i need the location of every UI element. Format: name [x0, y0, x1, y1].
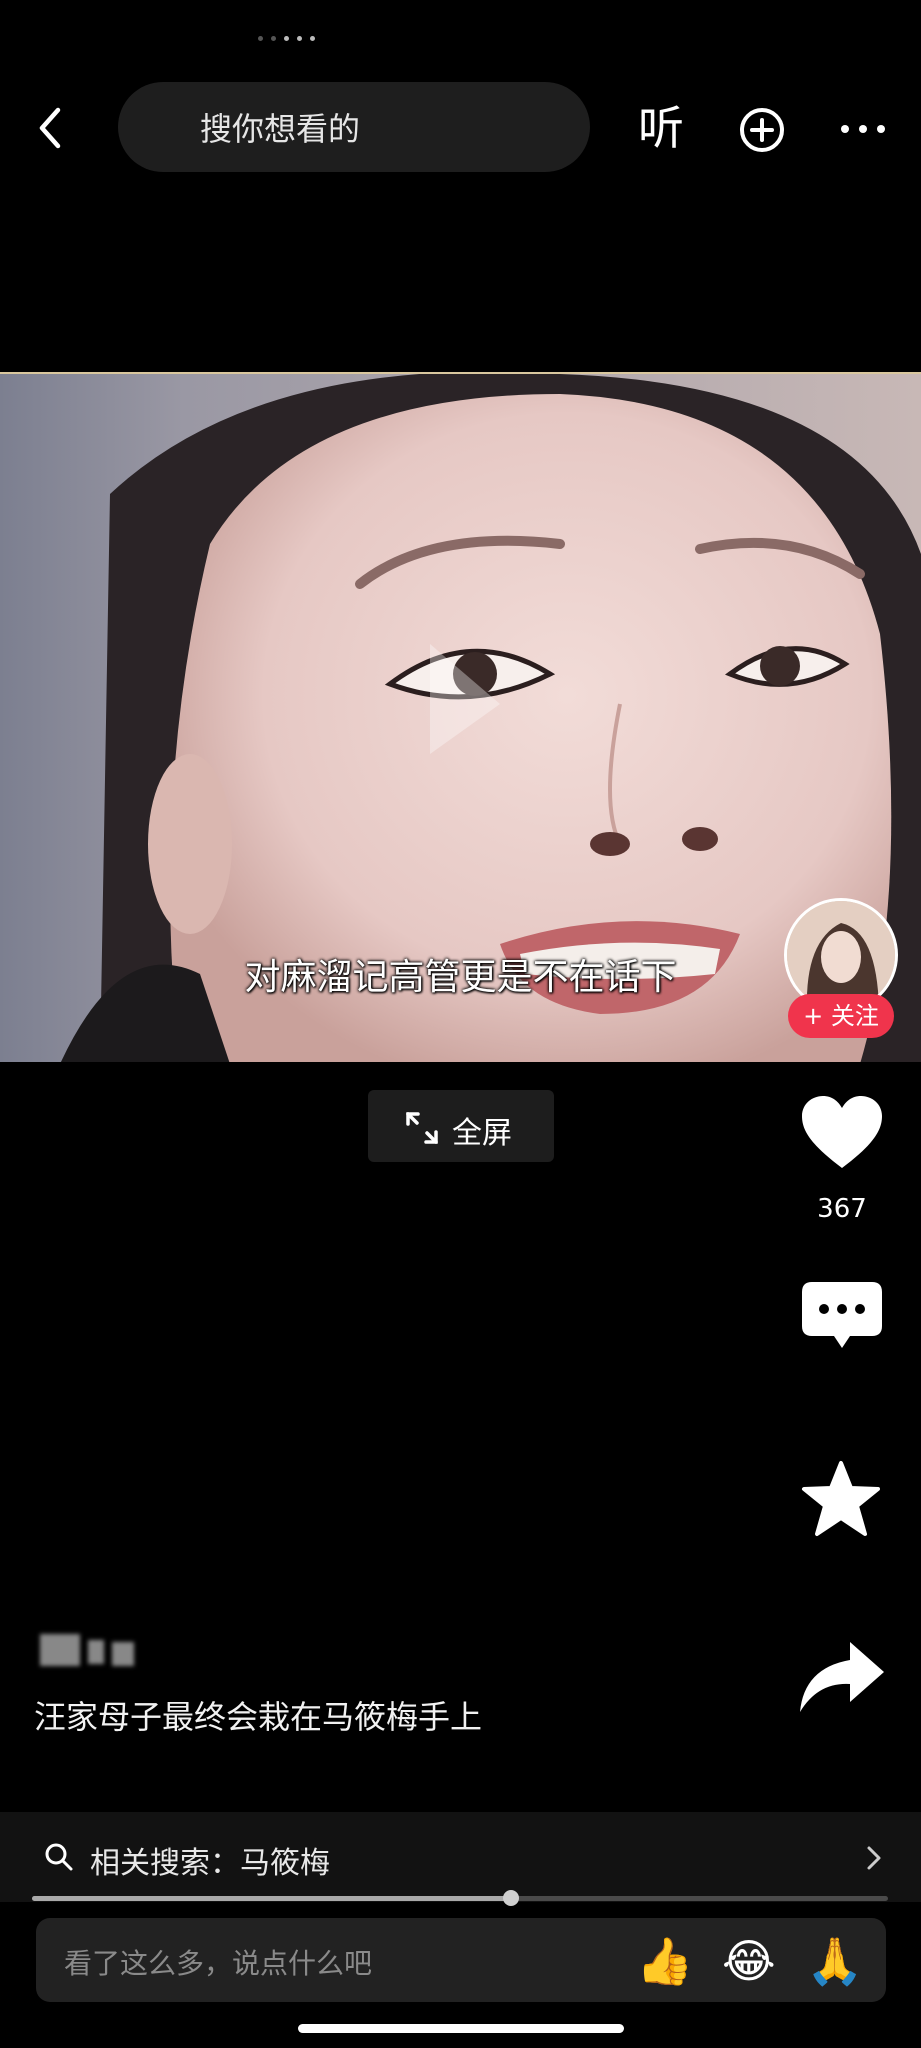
comment-bubble-icon [802, 1282, 882, 1348]
like-count: 367 [817, 1194, 867, 1224]
pray-emoji-button[interactable]: 🙏 [806, 1934, 863, 1988]
more-button[interactable] [838, 114, 888, 144]
home-indicator [298, 2024, 624, 2033]
chevron-left-icon [39, 107, 61, 149]
post-caption: 汪家母子最终会栽在马筱梅手上 [34, 1698, 483, 1736]
add-button[interactable] [738, 106, 786, 154]
share-button[interactable] [798, 1640, 886, 1714]
back-button[interactable] [30, 100, 74, 156]
listen-button[interactable]: 听 [638, 98, 684, 158]
status-dots [258, 30, 318, 46]
related-search-label: 相关搜索：马筱梅 [90, 1846, 330, 1881]
like-button[interactable] [800, 1096, 884, 1172]
follow-button[interactable]: + 关注 [788, 994, 894, 1038]
plus-circle-icon [740, 108, 784, 152]
share-arrow-icon [800, 1642, 884, 1712]
heart-icon [802, 1096, 882, 1168]
search-placeholder: 搜你想看的 [200, 110, 361, 148]
thumbs-up-emoji-button[interactable]: 👍 [636, 1934, 693, 1988]
expand-icon [404, 1110, 440, 1146]
progress-handle[interactable] [503, 1890, 519, 1906]
progress-fill [32, 1896, 511, 1901]
fullscreen-label: 全屏 [452, 1116, 512, 1151]
laugh-emoji-button[interactable]: 😂 [722, 1934, 776, 1988]
star-icon [802, 1461, 880, 1536]
favorite-button[interactable] [800, 1460, 882, 1540]
avatar-image [787, 901, 895, 1009]
comment-button[interactable] [800, 1280, 884, 1352]
author-name-redacted[interactable] [40, 1630, 140, 1670]
comment-placeholder: 看了这么多，说点什么吧 [64, 1947, 373, 1980]
chevron-right-icon [864, 1844, 884, 1872]
video-subtitle: 对麻溜记高管更是不在话下 [244, 957, 677, 998]
more-dots-icon [841, 125, 885, 133]
search-icon [44, 1842, 74, 1872]
